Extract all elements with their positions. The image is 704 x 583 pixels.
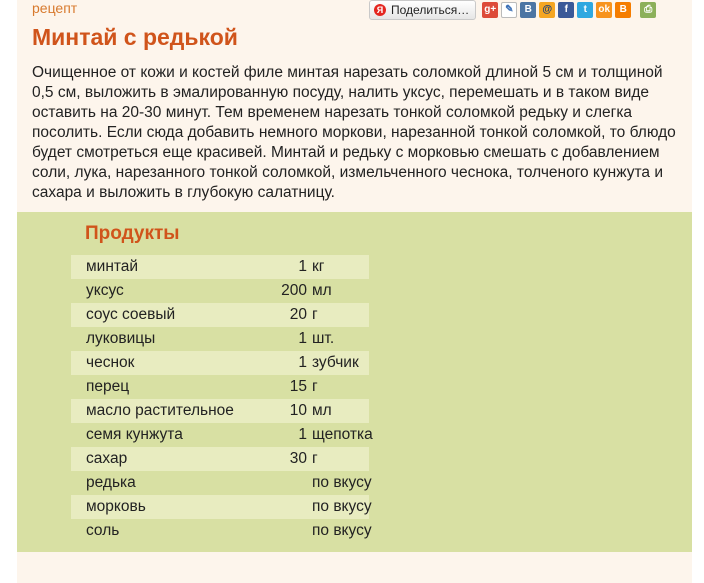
recipe-description: Очищенное от кожи и костей филе минтая н…: [32, 64, 676, 201]
google-plus-icon[interactable]: g+: [482, 2, 499, 18]
category-link[interactable]: рецепт: [32, 0, 77, 16]
ingredient-name: сахар: [86, 450, 128, 467]
ingredient-qty: 10: [289, 402, 307, 419]
ingredient-row: семя кунжута 1 щепотка: [71, 423, 373, 447]
ingredient-qty: 1: [298, 426, 307, 443]
recipe-page: рецепт Я Поделиться… g+ ✎ B @ f t ok B ⎙…: [17, 0, 692, 583]
ingredient-unit: по вкусу: [312, 522, 372, 539]
recipe-title: Минтай с редькой: [32, 24, 238, 50]
vk-icon[interactable]: B: [520, 2, 537, 18]
ingredient-qty: 15: [289, 378, 307, 395]
mail-icon[interactable]: @: [539, 2, 556, 18]
ingredient-qty: 1: [298, 330, 307, 347]
ingredient-name: семя кунжута: [86, 426, 183, 443]
facebook-icon[interactable]: f: [558, 2, 575, 18]
ingredient-row: луковицы 1 шт.: [71, 327, 369, 351]
ingredient-unit: по вкусу: [312, 474, 372, 491]
ingredient-qty: 1: [298, 354, 307, 371]
ingredient-unit: мл: [312, 282, 332, 299]
ingredient-row: чеснок 1 зубчик: [71, 351, 369, 375]
ingredient-unit: г: [312, 306, 318, 323]
ingredient-row: редька по вкусу: [71, 471, 372, 495]
ingredient-qty: 30: [289, 450, 307, 467]
ingredient-name: минтай: [86, 258, 139, 275]
blogger-icon[interactable]: B: [615, 2, 632, 18]
ingredients-table: минтай 1 кг уксус 200 мл соус соевый 20 г луко…: [71, 255, 373, 543]
ingredient-row: морковь по вкусу: [71, 495, 372, 519]
ingredient-row: масло растительное 10 мл: [71, 399, 369, 423]
ingredient-row: соль по вкусу: [71, 519, 372, 543]
ingredient-name: редька: [86, 474, 136, 491]
ingredients-panel: Продукты минтай 1 кг уксус 200 мл соус соевы…: [17, 212, 692, 552]
bookmark-icon[interactable]: ✎: [501, 2, 518, 18]
twitter-icon[interactable]: t: [577, 2, 594, 18]
ingredient-qty: 1: [298, 258, 307, 275]
ingredient-name: уксус: [86, 282, 124, 299]
share-button-label: Поделиться…: [391, 3, 470, 17]
ingredient-qty: 200: [281, 282, 307, 299]
ingredients-title: Продукты: [85, 223, 180, 244]
ingredient-unit: г: [312, 450, 318, 467]
print-icon[interactable]: ⎙: [640, 2, 657, 18]
ingredient-unit: кг: [312, 258, 325, 275]
ingredient-row: сахар 30 г: [71, 447, 369, 471]
ingredient-unit: щепотка: [312, 426, 373, 443]
ingredient-unit: зубчик: [312, 354, 359, 371]
ingredient-unit: шт.: [312, 330, 335, 347]
share-button[interactable]: Я Поделиться…: [369, 0, 477, 20]
ingredient-row: минтай 1 кг: [71, 255, 369, 279]
ingredient-row: соус соевый 20 г: [71, 303, 369, 327]
yandex-icon: Я: [374, 4, 386, 16]
ingredient-name: морковь: [86, 498, 146, 515]
ingredient-unit: г: [312, 378, 318, 395]
ingredient-qty: 20: [289, 306, 307, 323]
ingredient-name: соль: [86, 522, 120, 539]
odnoklassniki-icon[interactable]: ok: [596, 2, 613, 18]
ingredient-name: луковицы: [86, 330, 156, 347]
share-bar: Я Поделиться… g+ ✎ B @ f t ok B ⎙: [369, 0, 657, 20]
ingredient-unit: мл: [312, 402, 332, 419]
ingredient-name: соус соевый: [86, 306, 176, 323]
ingredient-row: перец 15 г: [71, 375, 369, 399]
ingredient-name: чеснок: [86, 354, 135, 371]
ingredient-row: уксус 200 мл: [71, 279, 369, 303]
ingredient-unit: по вкусу: [312, 498, 372, 515]
ingredient-name: перец: [86, 378, 130, 395]
